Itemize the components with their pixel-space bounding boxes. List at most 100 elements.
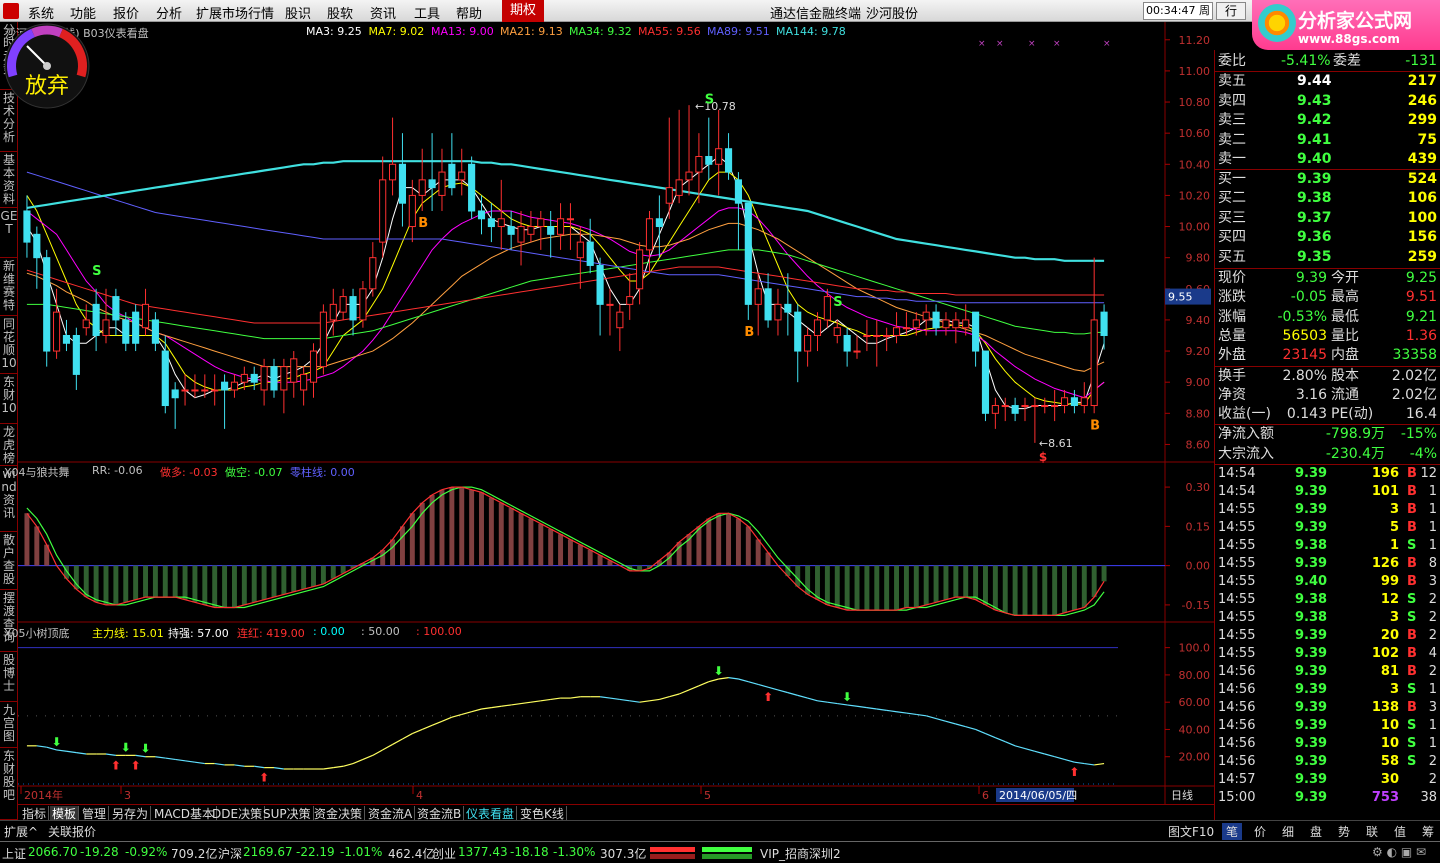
left-tab-6[interactable]: 东财10 [0,374,18,424]
tick-volume: 3 [1389,682,1399,697]
menu-help[interactable]: 帮助 [456,3,482,22]
price-axis-label: 9.40 [1186,314,1211,327]
panel-tab-5[interactable]: 联 [1362,823,1382,840]
panel-tab-2[interactable]: 细 [1278,823,1298,840]
candle-body [645,218,654,251]
candle-body [695,156,703,173]
chart-canvas[interactable]: 11.20 11.00 10.80 10.60 10.40 10.20 10.00 9.80 9… [18,22,1214,804]
main-force-line [886,709,897,713]
panel-tab-3[interactable]: 盘 [1306,823,1326,840]
sub1-rr-label: RR: -0.06 [92,464,143,477]
tick-side: B [1407,646,1417,661]
quote-row-0: 现价 9.39 今开 9.25 [1215,269,1440,288]
bid-label: 买二 [1218,190,1246,206]
menu-tools[interactable]: 工具 [414,3,440,22]
tick-count: 1 [1428,538,1437,553]
quote-value: -0.05 [1290,289,1327,306]
menu-news[interactable]: 资讯 [370,3,396,22]
low-annotation: ←8.61 [1039,437,1073,450]
down-arrow-icon: ⬇ [842,690,852,704]
main-force-line [975,728,986,735]
panel-tab-0[interactable]: 笔 [1222,823,1242,840]
main-force-line [1094,762,1105,766]
tick-price: 9.39 [1295,466,1328,481]
bid-label: 买一 [1218,170,1246,187]
quote-label: 涨幅 [1218,308,1246,325]
candle-body [1090,319,1098,407]
left-tab-4[interactable]: 新维赛特 [0,258,18,316]
linked-quote-tab[interactable]: 关联报价 [48,823,96,840]
main-force-line [511,702,522,706]
sub2-label-5: : 100.00 [416,625,462,638]
sub1-axis-label: 0.00 [1186,560,1211,573]
vip-server[interactable]: VIP_招商深圳2 [760,845,841,862]
down-arrow-icon: ⬇ [121,740,131,754]
menu-stock-software[interactable]: 股软 [327,3,353,22]
tick-price: 9.40 [1295,574,1328,589]
info-value-2: 2.02亿 [1391,367,1437,384]
menu-stock-knowledge[interactable]: 股识 [285,3,311,22]
tick-side: B [1407,556,1417,571]
chart-area[interactable]: 11.20 11.00 10.80 10.60 10.40 10.20 10.00 9.80 9… [4,22,1214,804]
info-label: 收益(一) [1218,406,1271,423]
left-tab-7[interactable]: 龙虎榜 [0,424,18,466]
quote-value: -0.53% [1277,308,1327,325]
tick-price: 9.39 [1295,682,1328,697]
tick-row-13: 14:56 9.39 138 B 3 [1215,699,1440,717]
left-tab-2[interactable]: 基本资料 [0,152,18,208]
tick-price: 9.38 [1295,538,1328,553]
flow-pct: -15% [1400,426,1437,443]
bid-row-1: 买二 9.38 106 [1215,189,1440,208]
buy-signal: B [1090,418,1100,433]
main-force-line [945,720,956,725]
f10-button[interactable]: 图文F10 [1168,823,1214,840]
menu-options[interactable]: 期权 [502,0,544,22]
main-force-line [1044,753,1055,758]
tick-row-12: 14:56 9.39 3 S 1 [1215,681,1440,699]
left-tab-13[interactable]: 东财股吧 [0,748,18,820]
main-force-line [995,737,1006,743]
left-tab-10[interactable]: 摆渡查询 [0,590,18,652]
tick-count: 2 [1428,754,1437,769]
menu-quote[interactable]: 报价 [113,3,139,22]
candle-body [72,334,80,375]
candle-body [369,257,377,290]
left-tab-5[interactable]: 同花顺10 [0,316,18,374]
tick-volume: 102 [1371,646,1399,661]
info-label: 换手 [1218,367,1246,384]
main-force-line [1005,741,1016,747]
sz-index-amount: 462.4亿 [388,847,435,861]
candle-body [201,389,209,392]
candle-body [408,194,416,228]
candle-body [33,233,41,259]
tick-time: 14:55 [1218,556,1256,571]
panel-tab-6[interactable]: 值 [1390,823,1410,840]
ext-tab[interactable]: 扩展^ [4,823,38,840]
panel-tab-4[interactable]: 势 [1334,823,1354,840]
panel-tab-1[interactable]: 价 [1250,823,1270,840]
left-tab-12[interactable]: 九宫图 [0,702,18,748]
tick-price: 9.39 [1295,502,1328,517]
candle-body [527,226,535,235]
sub2-label-3: : 0.00 [313,625,345,638]
app-logo-icon[interactable] [3,3,19,19]
bid-row-3: 买四 9.36 156 [1215,228,1440,247]
candle-body [280,366,288,391]
menu-extended-market[interactable]: 扩展市场行情 [196,3,274,22]
menu-system[interactable]: 系统 [28,3,54,22]
tick-count: 2 [1428,628,1437,643]
panel-tab-7[interactable]: 筹 [1418,823,1438,840]
left-tab-11[interactable]: 股博士 [0,652,18,702]
flower-logo-icon [1258,4,1296,42]
menu-analysis[interactable]: 分析 [156,3,182,22]
left-tab-9[interactable]: 散户查股 [0,532,18,590]
ask-volume: 75 [1417,131,1437,148]
tick-volume: 126 [1371,556,1399,571]
left-tab-3[interactable]: GET [0,208,18,258]
sub1-label-1: 做空: -0.07 [225,466,283,479]
menu-function[interactable]: 功能 [70,3,96,22]
trade-button[interactable]: 行 [1216,2,1246,20]
status-icons[interactable]: ⚙ ◐ ▣ ✉ [1372,845,1426,859]
lower-bar: 扩展^ 关联报价 图文F10 笔价细盘势联值筹 [0,820,1440,840]
info-row-2: 收益(一) 0.143 PE(动) 16.4 [1215,405,1440,424]
